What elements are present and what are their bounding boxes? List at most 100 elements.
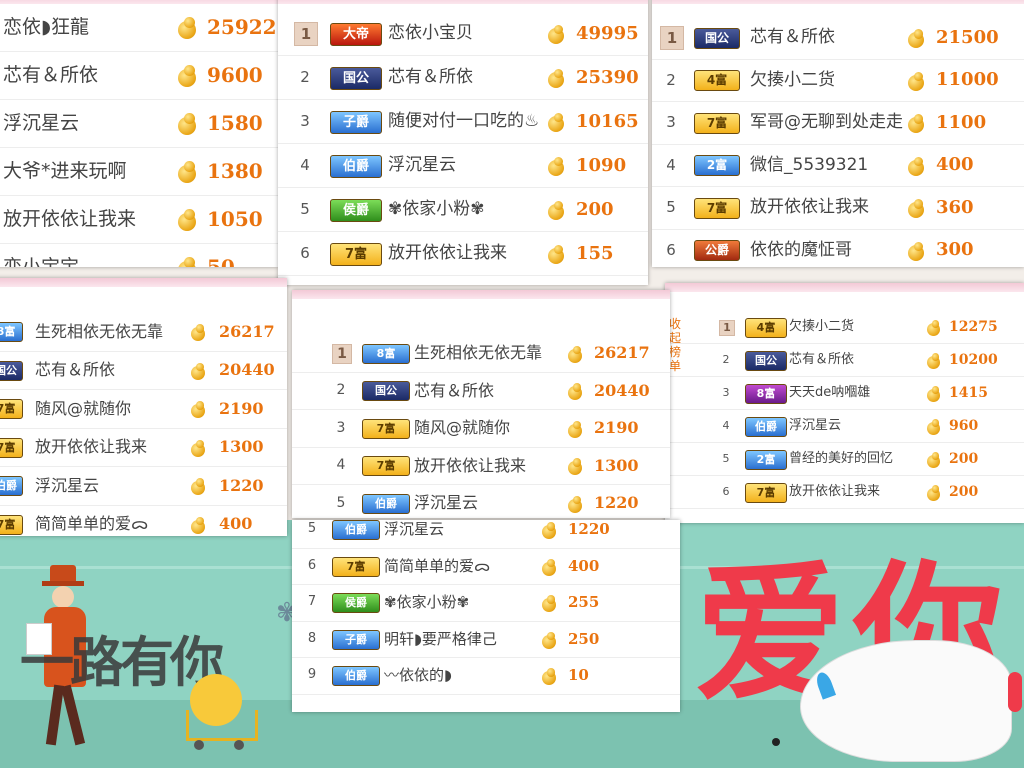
user-name[interactable]: 浮沉星云 (3, 111, 174, 136)
ranking-row[interactable]: 2 4富 欠揍小二货 11000 (652, 59, 1024, 102)
user-name[interactable]: 生死相依无依无靠 (35, 321, 187, 342)
user-name[interactable]: 〰依依的◗ (384, 665, 538, 685)
user-name[interactable]: ✾依家小粉✾ (384, 592, 538, 612)
user-name[interactable]: 放开依依让我来 (388, 242, 544, 264)
score-value: 400 (568, 556, 600, 575)
ranking-row[interactable]: 1 8富 生死相依无依无靠 26217 (292, 334, 670, 373)
gold-coin-icon (908, 199, 924, 219)
ranking-row[interactable]: 1 国公 芯有＆所依 21500 (652, 16, 1024, 60)
panel-header-bar (292, 290, 670, 299)
ranking-row[interactable]: 4 2富 微信_5539321 400 (652, 144, 1024, 187)
user-name[interactable]: 芯有＆所依 (414, 380, 564, 401)
ranking-row[interactable]: 7富随风@就随你 2190 (0, 389, 287, 429)
ranking-row[interactable]: 3 7富 随风@就随你 2190 (292, 409, 670, 448)
ranking-row[interactable]: 2 国公 芯有＆所依 20440 (292, 372, 670, 410)
score-value: 1415 (949, 384, 988, 401)
ranking-row[interactable]: 5 2富 曾经的美好的回忆 200 (665, 442, 1024, 476)
ranking-row[interactable]: 芯有＆所依 9600 (0, 51, 278, 100)
gold-coin-icon (178, 209, 196, 231)
ranking-row[interactable]: 4 伯爵 浮沉星云 960 (665, 409, 1024, 443)
ranking-row[interactable]: 6 公爵 依依的魔怔哥 300 (652, 229, 1024, 268)
rank-badge: 伯爵 (332, 520, 380, 541)
user-name[interactable]: 放开依依让我来 (3, 207, 174, 232)
ranking-row[interactable]: 浮沉星云 1580 (0, 99, 278, 148)
rank-number: 3 (666, 113, 676, 132)
ranking-row[interactable]: 5 7富 放开依依让我来 360 (652, 186, 1024, 230)
ranking-panel-p4: 8富生死相依无依无靠26217国公芯有＆所依204407富随风@就随你21907… (0, 278, 287, 536)
rank-number: 4 (666, 155, 676, 174)
ranking-row[interactable]: 5 伯爵 浮沉星云 1220 (292, 484, 670, 518)
ranking-row[interactable]: 恋小宝宝 50 (0, 243, 278, 267)
user-name[interactable]: 简简单单的爱ᯅ (35, 513, 187, 534)
ranking-row[interactable]: 6 7富 放开依依让我来 200 (665, 475, 1024, 509)
ranking-row[interactable]: 4 伯爵 浮沉星云 1090 (278, 143, 648, 188)
ranking-row[interactable]: 2 国公 芯有＆所依 25390 (278, 55, 648, 100)
ranking-row[interactable]: 5 侯爵 ✾依家小粉✾ 200 (278, 187, 648, 232)
user-name[interactable]: 浮沉星云 (388, 154, 544, 176)
user-name[interactable]: ✾依家小粉✾ (388, 198, 544, 220)
user-name[interactable]: 欠揍小二货 (750, 69, 904, 91)
user-name[interactable]: 恋小宝宝 (3, 255, 174, 268)
user-name[interactable]: 简简单单的爱ᯅ (384, 556, 538, 576)
ranking-row[interactable]: 伯爵浮沉星云 1220 (0, 466, 287, 506)
user-name[interactable]: 放开依依让我来 (35, 436, 187, 457)
user-name[interactable]: 芯有＆所依 (3, 63, 174, 88)
user-name[interactable]: 恋依◗狂龍 (3, 15, 174, 40)
user-name[interactable]: 微信_5539321 (750, 154, 904, 176)
ranking-row[interactable]: 7富放开依依让我来 1300 (0, 428, 287, 467)
ranking-row[interactable]: 8 子爵 明轩◗要严格律己 250 (292, 621, 680, 658)
ranking-row[interactable]: 1 大帝 恋依小宝贝 49995 (278, 11, 648, 56)
score-value: 9600 (207, 63, 263, 87)
score-value: 21500 (936, 26, 999, 48)
user-name[interactable]: 军哥@无聊到处走走 (750, 111, 904, 133)
user-name[interactable]: 大爷*进来玩啊 (3, 159, 174, 184)
user-name[interactable]: 浮沉星云 (384, 520, 538, 539)
rank-badge: 伯爵 (745, 416, 787, 437)
user-name[interactable]: 随便对付一口吃的♨ (388, 110, 544, 132)
gold-coin-icon (542, 558, 556, 576)
ranking-row[interactable]: 3 8富 天天de呐嗰雄 1415 (665, 376, 1024, 410)
rank-number: 4 (300, 156, 310, 174)
ranking-panel-p6: 收起榜单 1 4富 欠揍小二货 12275 2 国公 芯有＆所依 10200 3 8富 天天de呐嗰雄… (665, 283, 1024, 523)
user-name[interactable]: 放开依依让我来 (750, 196, 904, 218)
ranking-row[interactable]: 恋依◗狂龍 25922 (0, 3, 278, 52)
user-name[interactable]: 芯有＆所依 (789, 351, 923, 368)
gold-coin-icon (927, 419, 940, 435)
ranking-row[interactable]: 7 侯爵 ✾依家小粉✾ 255 (292, 584, 680, 622)
rank-number: 2 (666, 70, 676, 89)
user-name[interactable]: 放开依依让我来 (414, 455, 564, 476)
user-name[interactable]: 随风@就随你 (35, 398, 187, 419)
ranking-row[interactable]: 3 7富 军哥@无聊到处走走 1100 (652, 101, 1024, 145)
ranking-row[interactable]: 9 伯爵 〰依依的◗ 10 (292, 657, 680, 695)
user-name[interactable]: 曾经的美好的回忆 (789, 450, 923, 467)
rank-number: 5 (300, 200, 310, 218)
user-name[interactable]: 芯有＆所依 (388, 66, 544, 88)
ranking-row[interactable]: 1 4富 欠揍小二货 12275 (665, 310, 1024, 344)
ranking-row[interactable]: 2 国公 芯有＆所依 10200 (665, 343, 1024, 377)
ranking-row[interactable]: 7富简简单单的爱ᯅ 400 (0, 505, 287, 537)
ranking-row[interactable]: 放开依依让我来 1050 (0, 195, 278, 244)
rank-number: 6 (300, 244, 310, 262)
ranking-row[interactable]: 6 7富 放开依依让我来 155 (278, 231, 648, 276)
user-name[interactable]: 随风@就随你 (414, 417, 564, 438)
user-name[interactable]: 浮沉星云 (414, 492, 564, 513)
ranking-row[interactable]: 4 7富 放开依依让我来 1300 (292, 447, 670, 485)
user-name[interactable]: 生死相依无依无靠 (414, 342, 564, 363)
ranking-row[interactable]: 8富生死相依无依无靠 26217 (0, 312, 287, 352)
user-name[interactable]: 放开依依让我来 (789, 483, 923, 500)
user-name[interactable]: 浮沉星云 (789, 417, 923, 434)
user-name[interactable]: 浮沉星云 (35, 475, 187, 496)
user-name[interactable]: 明轩◗要严格律己 (384, 629, 538, 649)
ranking-row[interactable]: 3 子爵 随便对付一口吃的♨ 10165 (278, 99, 648, 144)
user-name[interactable]: 芯有＆所依 (750, 26, 904, 48)
rank-badge: 7富 (694, 112, 740, 134)
ranking-row[interactable]: 国公芯有＆所依 20440 (0, 351, 287, 390)
user-name[interactable]: 天天de呐嗰雄 (789, 384, 923, 401)
ranking-row[interactable]: 6 7富 简简单单的爱ᯅ 400 (292, 548, 680, 585)
ranking-row[interactable]: 大爷*进来玩啊 1380 (0, 147, 278, 196)
user-name[interactable]: 依依的魔怔哥 (750, 239, 904, 261)
user-name[interactable]: 恋依小宝贝 (388, 22, 544, 44)
user-name[interactable]: 欠揍小二货 (789, 318, 923, 335)
user-name[interactable]: 芯有＆所依 (35, 359, 187, 380)
ranking-row[interactable]: 5 伯爵 浮沉星云 1220 (292, 520, 680, 549)
